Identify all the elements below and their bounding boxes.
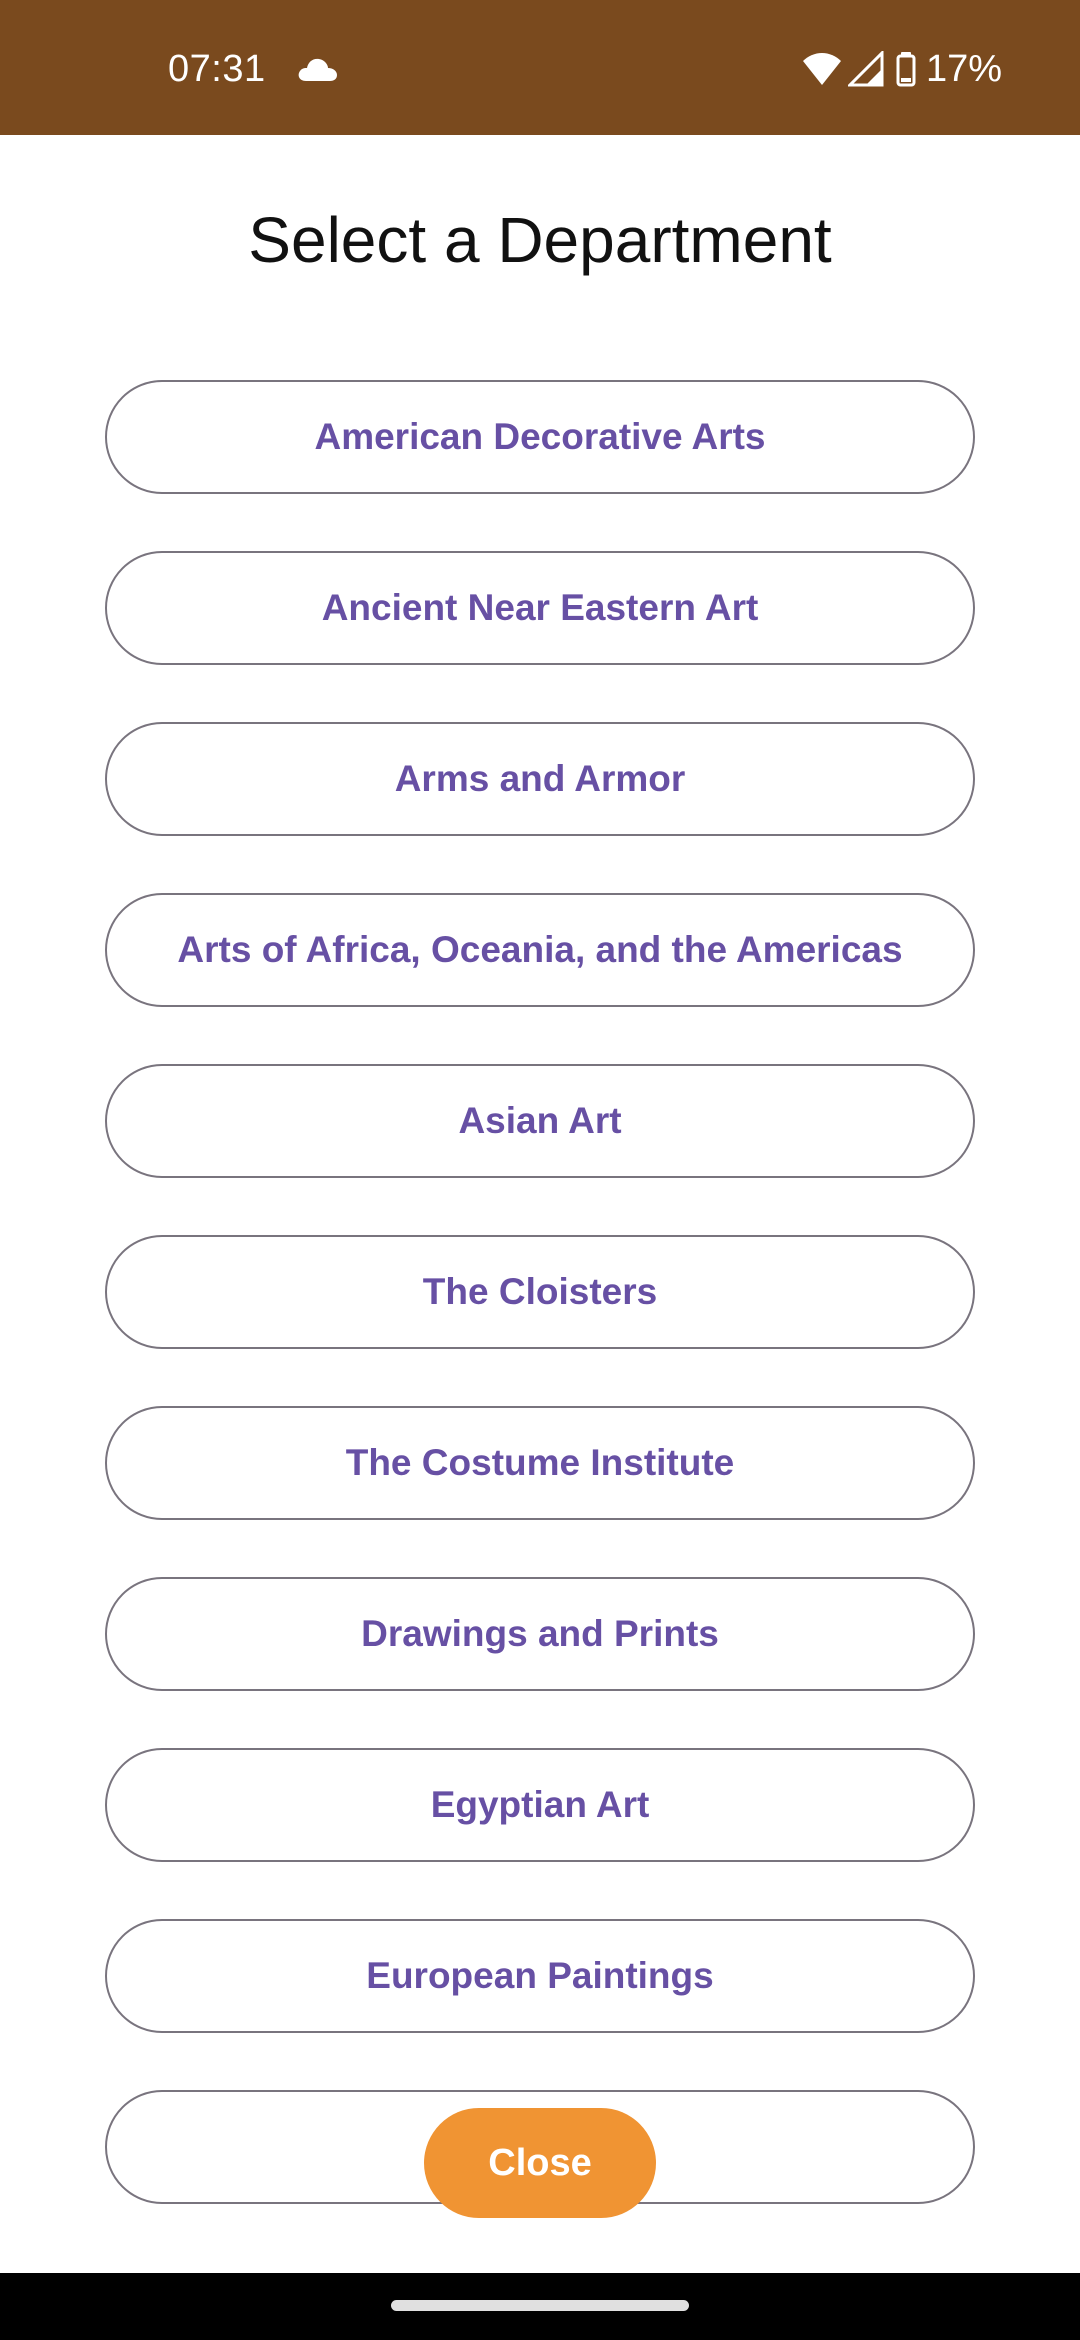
status-icons: 17% <box>802 44 1002 94</box>
department-dialog: Select a Department American Decorative … <box>0 135 1080 2273</box>
status-bar: 07:31 17% <box>0 0 1080 135</box>
battery-icon <box>896 51 916 87</box>
department-button-asian-art[interactable]: Asian Art <box>105 1064 975 1178</box>
wifi-icon <box>802 51 842 87</box>
department-button-drawings-and-prints[interactable]: Drawings and Prints <box>105 1577 975 1691</box>
cloud-icon <box>296 56 338 82</box>
navigation-bar <box>0 2273 1080 2340</box>
close-button[interactable]: Close <box>424 2108 656 2218</box>
department-button-european-paintings[interactable]: European Paintings <box>105 1919 975 2033</box>
cellular-signal-icon <box>847 51 884 87</box>
department-button-the-cloisters[interactable]: The Cloisters <box>105 1235 975 1349</box>
status-time: 07:31 <box>168 48 266 90</box>
department-button-egyptian-art[interactable]: Egyptian Art <box>105 1748 975 1862</box>
department-button-arms-and-armor[interactable]: Arms and Armor <box>105 722 975 836</box>
department-list[interactable]: American Decorative Arts Ancient Near Ea… <box>105 380 975 2242</box>
department-button-the-costume-institute[interactable]: The Costume Institute <box>105 1406 975 1520</box>
department-button-arts-of-africa-oceania-americas[interactable]: Arts of Africa, Oceania, and the America… <box>105 893 975 1007</box>
department-button-american-decorative-arts[interactable]: American Decorative Arts <box>105 380 975 494</box>
battery-percentage: 17% <box>925 48 1002 90</box>
department-button-ancient-near-eastern-art[interactable]: Ancient Near Eastern Art <box>105 551 975 665</box>
home-indicator[interactable] <box>391 2300 689 2311</box>
page-title: Select a Department <box>248 204 832 276</box>
